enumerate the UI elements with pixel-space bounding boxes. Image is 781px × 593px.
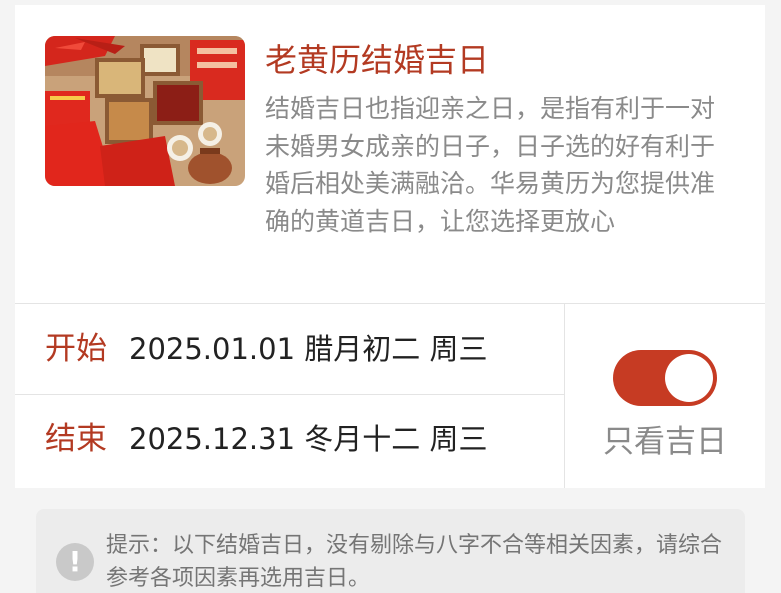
start-date-value: 2025.01.01 腊月初二 周三 — [129, 332, 488, 366]
tip-text: 提示：以下结婚吉日，没有剔除与八字不合等相关因素，请综合参考各项因素再选用吉日。 — [106, 533, 723, 591]
intro-section: 老黄历结婚吉日 结婚吉日也指迎亲之日，是指有利于一对未婚男女成亲的日子，日子选的… — [15, 5, 765, 303]
tip-box: ! 提示：以下结婚吉日，没有剔除与八字不合等相关因素，请综合参考各项因素再选用吉… — [36, 509, 745, 593]
wedding-date-card: 老黄历结婚吉日 结婚吉日也指迎亲之日，是指有利于一对未婚男女成亲的日子，日子选的… — [15, 5, 765, 488]
divider — [15, 303, 765, 304]
divider-vertical — [564, 303, 565, 488]
toggle-label: 只看吉日 — [603, 424, 727, 460]
divider — [15, 394, 564, 395]
start-label: 开始 — [45, 331, 107, 367]
end-date-row[interactable]: 结束 2025.12.31 冬月十二 周三 — [45, 419, 487, 459]
start-date-row[interactable]: 开始 2025.01.01 腊月初二 周三 — [45, 329, 487, 369]
end-date-value: 2025.12.31 冬月十二 周三 — [129, 422, 488, 456]
end-label: 结束 — [45, 421, 107, 457]
auspicious-only-toggle[interactable] — [613, 350, 717, 406]
wedding-gifts-image — [45, 36, 245, 186]
intro-description: 结婚吉日也指迎亲之日，是指有利于一对未婚男女成亲的日子，日子选的好有利于婚后相处… — [265, 94, 716, 236]
intro-title: 老黄历结婚吉日 — [265, 41, 490, 79]
toggle-knob — [665, 354, 713, 402]
exclamation-icon: ! — [56, 543, 94, 581]
